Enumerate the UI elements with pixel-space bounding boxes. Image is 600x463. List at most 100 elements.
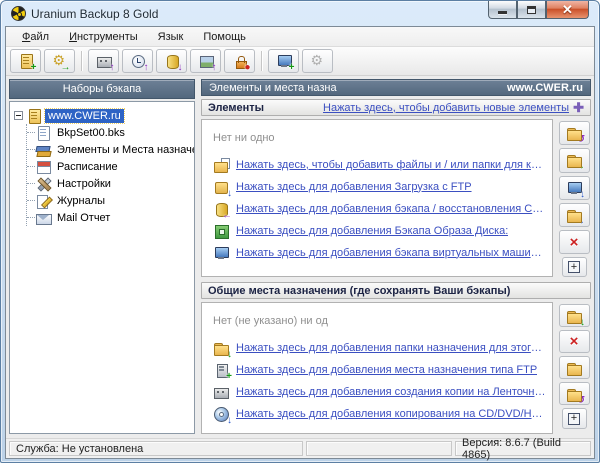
destinations-section-body: Нет (не указано) ни од ↓ Нажать здесь дл… xyxy=(201,302,591,434)
status-middle-cell xyxy=(306,441,452,456)
minimize-button[interactable] xyxy=(488,1,517,19)
add-ftp-destination-link[interactable]: Нажать здесь для добавления места назнач… xyxy=(236,364,537,376)
add-destination-button[interactable]: ↓ xyxy=(559,304,590,327)
destinations-button-column: ↓ × ↺ xyxy=(557,302,591,434)
disk-image-button[interactable]: ↑ xyxy=(190,49,221,73)
backup-sets-panel: Наборы бэкапа www.CWER.ru BkpSet00.bks xyxy=(9,79,195,434)
edit-destination-button[interactable]: ↺ xyxy=(559,382,590,405)
expand-destinations-button[interactable] xyxy=(562,408,587,429)
add-destination-folder-link[interactable]: Нажать здесь для добавления папки назнач… xyxy=(236,342,546,354)
add-disk-image-link[interactable]: Нажать здесь для добавления Бэкапа Образ… xyxy=(236,225,508,237)
add-cd-dvd-link[interactable]: Нажать здесь для добавления копирования … xyxy=(236,408,546,420)
new-backup-set-button[interactable]: + xyxy=(10,49,41,73)
run-backup-button[interactable]: → xyxy=(44,49,75,73)
list-item: ↓ Нажать здесь для добавления Загрузка с… xyxy=(213,178,546,195)
menu-item-file[interactable]: Файл xyxy=(12,29,59,45)
list-item: ← Нажать здесь для добавления бэкапа / в… xyxy=(213,200,546,217)
tree-expander-icon[interactable] xyxy=(14,111,23,120)
folder-run-icon: → xyxy=(566,152,582,168)
scheduler-button[interactable]: ↑ xyxy=(122,49,153,73)
security-lock-icon: ● xyxy=(232,53,248,69)
add-ftp-download-link[interactable]: Нажать здесь для добавления Загрузка с F… xyxy=(236,181,472,193)
tree-item-mail-report[interactable]: Mail Отчет xyxy=(27,209,192,226)
open-destination-button[interactable] xyxy=(559,356,590,379)
delete-element-button[interactable]: × xyxy=(559,230,590,254)
tree-item-logs[interactable]: Журналы xyxy=(27,192,192,209)
backup-sets-header: Наборы бэкапа xyxy=(9,79,195,99)
tree-children: BkpSet00.bks Элементы и Места назначения… xyxy=(26,124,192,226)
delete-destination-button[interactable]: × xyxy=(559,330,590,353)
destinations-empty-text: Нет (не указано) ни од xyxy=(213,315,546,327)
main-area: Наборы бэкапа www.CWER.ru BkpSet00.bks xyxy=(6,76,594,438)
tree-item-label[interactable]: Настройки xyxy=(54,177,114,191)
tree-item-label[interactable]: Расписание xyxy=(54,160,121,174)
menu-item-language[interactable]: Язык xyxy=(148,29,194,45)
folder-move-icon: → xyxy=(566,207,582,223)
list-item: Нажать здесь, чтобы добавить файлы и / и… xyxy=(213,156,546,173)
remote-computer-add-icon: + xyxy=(276,53,292,69)
database-backup-button[interactable]: ↓ xyxy=(156,49,187,73)
list-item: ↓ Нажать здесь для добавления копировани… xyxy=(213,405,546,422)
logs-journal-icon xyxy=(35,193,51,209)
tree-item-items-destinations[interactable]: Элементы и Места назначения xyxy=(27,141,192,158)
backup-tree: www.CWER.ru BkpSet00.bks Элементы и Мест… xyxy=(9,101,195,434)
run-element-button[interactable]: → xyxy=(559,148,590,172)
folder-edit-icon: ↺ xyxy=(566,125,582,141)
add-elements-link[interactable]: Нажать здесь, чтобы добавить новые элеме… xyxy=(323,102,569,114)
list-item: ↓ Нажать здесь для добавления папки назн… xyxy=(213,339,546,356)
menu-item-tools[interactable]: Инструменты xyxy=(59,29,148,45)
menu-item-help[interactable]: Помощь xyxy=(193,29,256,45)
tree-item-label[interactable]: Журналы xyxy=(54,194,108,208)
scheduler-icon: ↑ xyxy=(130,53,146,69)
tree-item-bkpset-file[interactable]: BkpSet00.bks xyxy=(27,124,192,141)
schedule-calendar-icon xyxy=(35,159,51,175)
tree-item-settings[interactable]: Настройки xyxy=(27,175,192,192)
remote-computer-button[interactable]: + xyxy=(268,49,299,73)
maximize-icon xyxy=(527,6,536,14)
close-button[interactable]: ✕ xyxy=(546,1,589,19)
tree-item-label[interactable]: Mail Отчет xyxy=(54,211,113,225)
maximize-button[interactable] xyxy=(517,1,546,19)
folder-add-icon: ↓ xyxy=(213,340,229,356)
elements-section-header: Элементы Нажать здесь, чтобы добавить но… xyxy=(201,99,591,116)
elements-section-body: Нет ни одно Нажать здесь, чтобы добавить… xyxy=(201,119,591,277)
security-button[interactable]: ● xyxy=(224,49,255,73)
options-button[interactable] xyxy=(302,49,333,73)
destinations-list: Нет (не указано) ни од ↓ Нажать здесь дл… xyxy=(201,302,553,434)
toolbar-separator xyxy=(81,51,82,71)
ftp-destination-icon: + xyxy=(213,362,229,378)
folder-question-icon: ↺ xyxy=(566,386,582,402)
tree-root-label[interactable]: www.CWER.ru xyxy=(45,109,124,123)
elements-list: Нет ни одно Нажать здесь, чтобы добавить… xyxy=(201,119,553,277)
tree-item-schedule[interactable]: Расписание xyxy=(27,158,192,175)
add-sql-backup-link[interactable]: Нажать здесь для добавления бэкапа / вос… xyxy=(236,203,546,215)
list-item: + Нажать здесь для добавления места назн… xyxy=(213,361,546,378)
virtual-machine-icon xyxy=(213,245,229,261)
add-esx-vm-link[interactable]: Нажать здесь для добавления бэкапа вирту… xyxy=(236,247,546,259)
expand-elements-button[interactable] xyxy=(562,257,587,277)
tape-backup-button[interactable]: ↑ xyxy=(88,49,119,73)
add-tape-copy-link[interactable]: Нажать здесь для добавления создания коп… xyxy=(236,386,546,398)
title-bar: Uranium Backup 8 Gold ✕ xyxy=(5,1,595,26)
restore-element-button[interactable]: ↓ xyxy=(559,176,590,200)
tree-item-label[interactable]: Элементы и Места назначения xyxy=(54,143,195,157)
backup-file-icon xyxy=(35,125,51,141)
new-backup-set-icon: + xyxy=(18,53,34,69)
expand-plus-icon xyxy=(568,261,580,273)
radioactive-app-icon xyxy=(11,6,26,21)
add-plus-icon[interactable]: ✚ xyxy=(573,101,584,114)
mail-report-icon xyxy=(35,210,51,226)
add-files-folders-link[interactable]: Нажать здесь, чтобы добавить файлы и / и… xyxy=(236,159,546,171)
settings-tools-icon xyxy=(35,176,51,192)
tree-item-label[interactable]: BkpSet00.bks xyxy=(54,126,128,140)
edit-element-button[interactable]: ↺ xyxy=(559,121,590,145)
list-item: Нажать здесь для добавления создания коп… xyxy=(213,383,546,400)
ftp-download-icon: ↓ xyxy=(213,179,229,195)
elements-section-title: Элементы xyxy=(208,102,264,114)
minimize-icon xyxy=(498,11,507,14)
move-element-button[interactable]: → xyxy=(559,203,590,227)
tree-root-item[interactable]: www.CWER.ru xyxy=(12,107,192,124)
disk-image-icon xyxy=(213,223,229,239)
app-window: Uranium Backup 8 Gold ✕ Файл Инструменты… xyxy=(0,0,600,463)
folder-add-icon: ↓ xyxy=(566,308,582,324)
